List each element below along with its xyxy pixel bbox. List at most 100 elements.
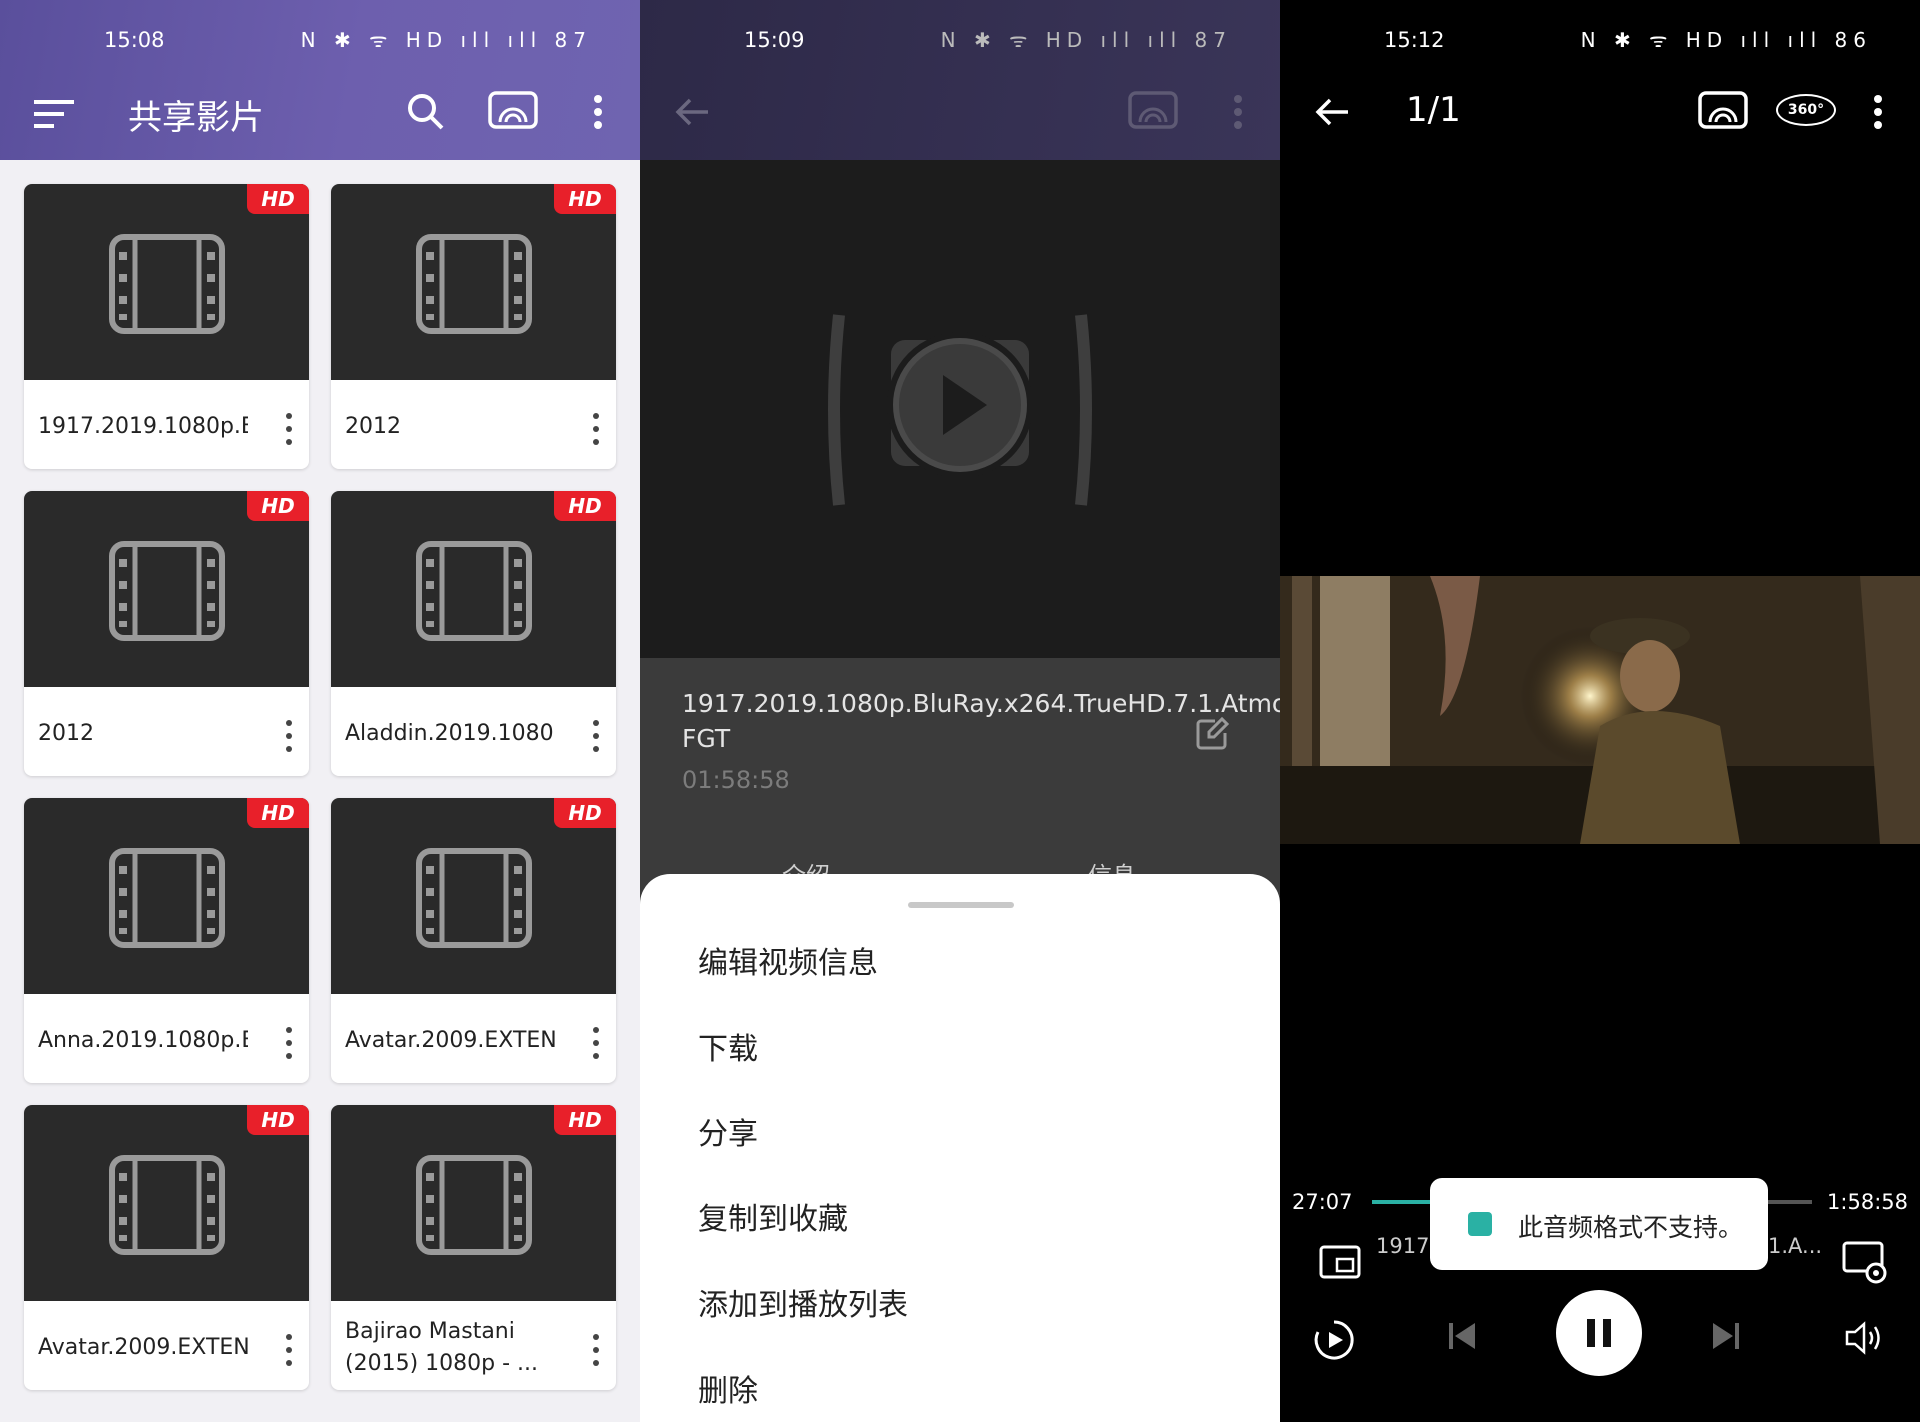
card-more-icon[interactable] bbox=[590, 1333, 602, 1367]
card-more-icon[interactable] bbox=[283, 1026, 295, 1060]
video-thumbnail[interactable]: HD bbox=[331, 184, 616, 380]
action-bottom-sheet: 编辑视频信息 下载 分享 复制到收藏 添加到播放列表 删除 bbox=[640, 874, 1280, 1422]
video-name: Aladdin.2019.1080p.BluRay.x264.D... bbox=[345, 721, 555, 746]
video-card[interactable]: HD 2012 bbox=[24, 491, 309, 776]
video-thumbnail[interactable]: HD bbox=[24, 798, 309, 994]
status-icons: N ✱ ᯤ HD ıll ıll 86 bbox=[1580, 28, 1872, 52]
search-icon[interactable] bbox=[404, 90, 448, 134]
video-card[interactable]: HD Aladdin.2019.1080p.BluRay.x264.D... bbox=[331, 491, 616, 776]
cast-icon[interactable] bbox=[486, 88, 540, 134]
card-more-icon[interactable] bbox=[283, 1333, 295, 1367]
card-more-icon[interactable] bbox=[590, 719, 602, 753]
status-icons: N ✱ ᯤ HD ıll ıll 87 bbox=[300, 28, 592, 52]
video-thumbnail[interactable]: HD bbox=[331, 1105, 616, 1301]
film-icon bbox=[416, 848, 532, 948]
video-name: Anna.2019.1080p.BluRay.x264.Tru... bbox=[38, 1028, 248, 1053]
elapsed-time: 27:07 bbox=[1292, 1190, 1353, 1214]
film-icon bbox=[109, 541, 225, 641]
video-player-screen: 15:12 N ✱ ᯤ HD ıll ıll 86 1/1 360° 27:07… bbox=[1280, 0, 1920, 1422]
video-card[interactable]: HD Anna.2019.1080p.BluRay.x264.Tru... bbox=[24, 798, 309, 1083]
film-icon bbox=[109, 848, 225, 948]
video-thumbnail[interactable]: HD bbox=[331, 491, 616, 687]
video-card[interactable]: HD 2012 bbox=[331, 184, 616, 469]
video-card[interactable]: HD 1917.2019.1080p.BluRay.x264.True... bbox=[24, 184, 309, 469]
previous-icon[interactable] bbox=[1438, 1312, 1486, 1360]
edit-icon[interactable] bbox=[1192, 714, 1232, 754]
toast-text: 此音频格式不支持。 bbox=[1518, 1213, 1744, 1242]
video-thumbnail[interactable]: HD bbox=[24, 184, 309, 380]
menu-item-download[interactable]: 下载 bbox=[698, 1024, 758, 1068]
film-icon bbox=[109, 234, 225, 334]
hd-badge: HD bbox=[247, 491, 309, 521]
status-icons: N ✱ ᯤ HD ıll ıll 87 bbox=[940, 28, 1232, 52]
more-options-icon[interactable] bbox=[1868, 92, 1888, 132]
sheet-drag-handle[interactable] bbox=[908, 902, 1014, 908]
app-icon bbox=[1468, 1212, 1492, 1236]
video-preview[interactable] bbox=[640, 160, 1280, 658]
status-time: 15:08 bbox=[104, 28, 165, 52]
hd-badge: HD bbox=[554, 798, 616, 828]
film-icon bbox=[416, 234, 532, 334]
player-settings-icon[interactable] bbox=[1840, 1238, 1890, 1288]
play-video-icon[interactable] bbox=[825, 295, 1095, 525]
video-card[interactable]: HD Avatar.2009.EXTENDED.1080p.Bl... bbox=[24, 1105, 309, 1390]
cast-icon[interactable] bbox=[1126, 88, 1180, 134]
film-icon bbox=[416, 1155, 532, 1255]
video-frame[interactable] bbox=[1280, 576, 1920, 844]
film-icon bbox=[416, 541, 532, 641]
card-more-icon[interactable] bbox=[283, 412, 295, 446]
menu-icon[interactable] bbox=[32, 94, 78, 134]
video-name: 1917.2019.1080p.BluRay.x264.True... bbox=[38, 414, 248, 439]
status-time: 15:12 bbox=[1384, 28, 1445, 52]
shared-videos-screen: 15:08 N ✱ ᯤ HD ıll ıll 87 共享影片 HD 1917.20… bbox=[0, 0, 640, 1422]
menu-item-copy-to-favorites[interactable]: 复制到收藏 bbox=[698, 1194, 848, 1238]
hd-badge: HD bbox=[554, 1105, 616, 1135]
video-name: Bajirao Mastani (2015) 1080p - ... bbox=[345, 1319, 539, 1376]
vr-360-icon[interactable]: 360° bbox=[1776, 94, 1836, 126]
card-more-icon[interactable] bbox=[590, 412, 602, 446]
video-name: 2012 bbox=[38, 721, 94, 746]
video-thumbnail[interactable]: HD bbox=[24, 1105, 309, 1301]
file-name-right: 1.A... bbox=[1768, 1234, 1823, 1258]
total-time: 1:58:58 bbox=[1827, 1190, 1908, 1214]
hd-badge: HD bbox=[554, 184, 616, 214]
play-mode-icon[interactable] bbox=[1312, 1316, 1356, 1364]
status-bar: 15:08 N ✱ ᯤ HD ıll ıll 87 bbox=[0, 0, 640, 80]
video-thumbnail[interactable]: HD bbox=[24, 491, 309, 687]
volume-icon[interactable] bbox=[1840, 1314, 1890, 1362]
back-arrow-icon[interactable] bbox=[1310, 92, 1354, 132]
more-options-icon[interactable] bbox=[1228, 92, 1248, 132]
back-arrow-icon[interactable] bbox=[670, 92, 714, 132]
card-more-icon[interactable] bbox=[283, 719, 295, 753]
video-thumbnail[interactable]: HD bbox=[331, 798, 616, 994]
hd-badge: HD bbox=[247, 184, 309, 214]
menu-item-add-to-playlist[interactable]: 添加到播放列表 bbox=[698, 1280, 908, 1324]
toast-message: 此音频格式不支持。 bbox=[1430, 1178, 1768, 1270]
hd-badge: HD bbox=[247, 798, 309, 828]
menu-item-edit-info[interactable]: 编辑视频信息 bbox=[698, 938, 878, 982]
film-icon bbox=[109, 1155, 225, 1255]
next-icon[interactable] bbox=[1702, 1312, 1750, 1360]
more-options-icon[interactable] bbox=[586, 92, 610, 132]
menu-item-delete[interactable]: 删除 bbox=[698, 1366, 758, 1410]
page-title: 共享影片 bbox=[128, 98, 264, 138]
pause-button[interactable] bbox=[1556, 1290, 1642, 1376]
video-duration: 01:58:58 bbox=[682, 766, 790, 794]
video-name: Avatar.2009.EXTENDED.1080p.Bl... bbox=[345, 1028, 555, 1053]
video-card[interactable]: HD Bajirao Mastani (2015) 1080p - ... bbox=[331, 1105, 616, 1390]
video-name: Avatar.2009.EXTENDED.1080p.Bl... bbox=[38, 1335, 248, 1360]
status-bar: 15:09 N ✱ ᯤ HD ıll ıll 87 bbox=[640, 0, 1280, 80]
hd-badge: HD bbox=[247, 1105, 309, 1135]
status-bar: 15:12 N ✱ ᯤ HD ıll ıll 86 bbox=[1280, 0, 1920, 80]
hd-badge: HD bbox=[554, 491, 616, 521]
video-name: 2012 bbox=[345, 414, 401, 439]
menu-item-share[interactable]: 分享 bbox=[698, 1109, 758, 1153]
aspect-ratio-icon[interactable] bbox=[1316, 1240, 1364, 1284]
status-time: 15:09 bbox=[744, 28, 805, 52]
card-more-icon[interactable] bbox=[590, 1026, 602, 1060]
cast-icon[interactable] bbox=[1696, 88, 1750, 134]
video-detail-screen: 15:09 N ✱ ᯤ HD ıll ıll 87 1917.2019.1080… bbox=[640, 0, 1280, 1422]
playlist-counter: 1/1 bbox=[1406, 90, 1461, 130]
video-title: 1917.2019.1080p.BluRay.x264.TrueHD.7.1.A… bbox=[682, 689, 1280, 753]
video-card[interactable]: HD Avatar.2009.EXTENDED.1080p.Bl... bbox=[331, 798, 616, 1083]
